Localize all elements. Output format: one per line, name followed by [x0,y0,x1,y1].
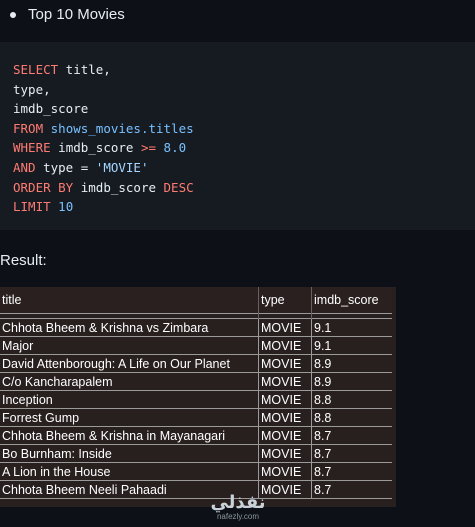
table-row: Chhota Bheem Neeli Pahaadi MOVIE 8.7 [0,480,392,499]
cell-imdb-score: 8.7 [311,480,392,499]
code-token: imdb_score [50,140,141,156]
code-token: title, [58,62,111,77]
code-line: type, [13,80,475,100]
cell-title: David Attenborough: A Life on Our Planet [0,354,259,373]
cell-type: MOVIE [258,462,312,481]
sql-code-block[interactable]: SELECT title, type, imdb_score FROM shows_m… [0,42,475,230]
table-row: David Attenborough: A Life on Our Planet… [0,354,392,373]
bullet-icon [10,11,16,18]
list-item-top-10-movies: Top 10 Movies [10,6,125,23]
heading-text: Top 10 Movies [28,6,125,23]
cell-title: Major [0,336,259,355]
result-label: Result: [0,252,47,269]
cell-imdb-score: 8.7 [311,462,392,481]
code-token: 8.0 [163,140,187,156]
code-token: 'MOVIE' [95,159,149,175]
code-token: imdb_score [73,179,164,195]
cell-imdb-score: 8.9 [311,372,392,391]
table-row: A Lion in the House MOVIE 8.7 [0,462,392,481]
table-body: Chhota Bheem & Krishna vs Zimbara MOVIE 9.… [0,318,392,499]
table-row: Bo Burnham: Inside MOVIE 8.7 [0,444,392,463]
code-line: AND type = 'MOVIE' [13,158,475,178]
cell-title: A Lion in the House [0,462,259,481]
table-row: C/o Kancharapalem MOVIE 8.9 [0,372,392,391]
table-row: Forrest Gump MOVIE 8.8 [0,408,392,427]
code-token: AND [13,159,36,175]
code-line: imdb_score [13,99,475,119]
nafezly-watermark: نفذلي nafezly.com [208,492,268,522]
cell-title: Forrest Gump [0,408,259,427]
code-line: ORDER BY imdb_score DESC [13,178,475,198]
cell-type: MOVIE [258,336,312,355]
cell-imdb-score: 9.1 [311,336,392,355]
code-line: SELECT title, [13,60,475,80]
column-header-type[interactable]: type [258,287,312,314]
code-token: FROM [13,120,44,136]
code-line: LIMIT 10 [13,197,475,217]
cell-imdb-score: 8.7 [311,426,392,445]
cell-type: MOVIE [258,372,312,391]
code-token: DESC [163,179,194,195]
table-row: Inception MOVIE 8.8 [0,390,392,409]
result-table-container: title type imdb_score Chhota Bheem & Kri… [0,287,396,507]
cell-title: Inception [0,390,259,409]
code-token: imdb_score [13,101,89,117]
cell-type: MOVIE [258,408,312,427]
code-token: 10 [58,199,74,215]
cell-imdb-score: 8.9 [311,354,392,373]
watermark-logo: نفذلي [210,492,266,512]
code-token: ORDER BY [13,179,74,195]
code-token: LIMIT [13,199,51,215]
result-table: title type imdb_score Chhota Bheem & Kri… [0,287,392,499]
cell-imdb-score: 8.8 [311,408,392,427]
code-token: type = [35,159,96,175]
table-row: Chhota Bheem & Krishna in Mayanagari MOVI… [0,426,392,445]
watermark-url: nafezly.com [216,512,260,521]
table-row: Major MOVIE 9.1 [0,336,392,355]
column-header-title[interactable]: title [0,287,259,314]
table-row: Chhota Bheem & Krishna vs Zimbara MOVIE 9.… [0,318,392,337]
cell-title: Chhota Bheem & Krishna vs Zimbara [0,318,259,337]
code-line: FROM shows_movies.titles [13,119,475,139]
cell-type: MOVIE [258,318,312,337]
cell-title: Bo Burnham: Inside [0,444,259,463]
cell-title: Chhota Bheem & Krishna in Mayanagari [0,426,259,445]
cell-type: MOVIE [258,390,312,409]
cell-imdb-score: 8.7 [311,444,392,463]
code-token: SELECT [13,62,59,77]
table-header-row: title type imdb_score [0,287,392,314]
cell-type: MOVIE [258,354,312,373]
code-token: WHERE [13,140,51,156]
code-token: type, [13,81,51,97]
cell-imdb-score: 8.8 [311,390,392,409]
code-token: shows_movies.titles [50,120,194,136]
cell-type: MOVIE [258,444,312,463]
cell-imdb-score: 9.1 [311,318,392,337]
column-header-imdb-score[interactable]: imdb_score [311,287,392,314]
code-line: WHERE imdb_score >= 8.0 [13,138,475,158]
cell-title: C/o Kancharapalem [0,372,259,391]
cell-type: MOVIE [258,426,312,445]
code-token: >= [140,140,157,156]
